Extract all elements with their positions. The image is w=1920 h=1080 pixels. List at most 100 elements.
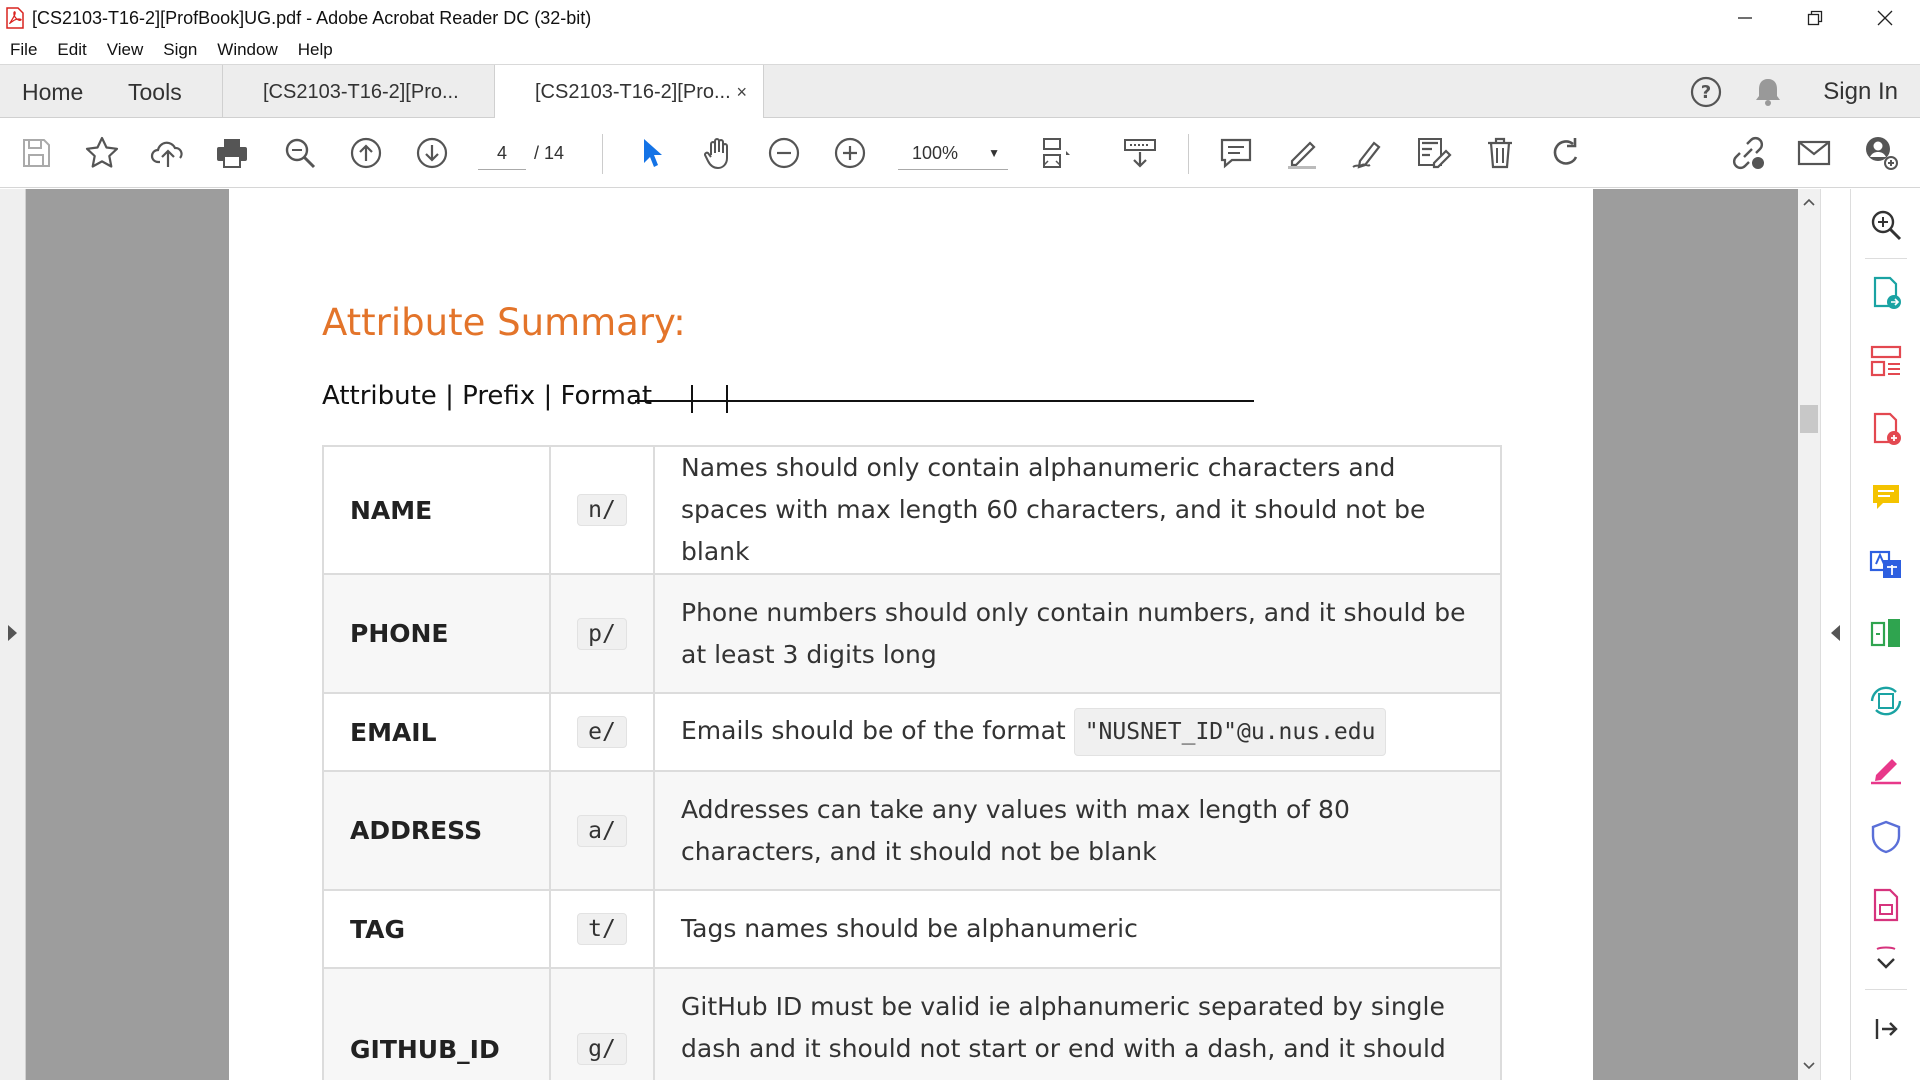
translate-button[interactable] (1866, 545, 1906, 585)
scroll-mode-button[interactable] (1120, 133, 1160, 173)
document-tab-1-label: [CS2103-T16-2][Pro... (263, 80, 459, 103)
print-icon (217, 139, 247, 168)
close-icon (1877, 10, 1893, 26)
protect-button[interactable] (1866, 817, 1906, 857)
bookmark-star-icon (85, 136, 119, 168)
close-window-button[interactable] (1850, 0, 1920, 36)
select-tool-button[interactable] (632, 133, 672, 173)
hand-tool-icon (704, 138, 728, 170)
bookmark-button[interactable] (82, 133, 122, 173)
document-tab-2-active[interactable]: [CS2103-T16-2][Pro... × (494, 65, 764, 120)
document-tab-1[interactable]: [CS2103-T16-2][Pro... (223, 65, 493, 119)
highlight-button[interactable] (1282, 133, 1322, 173)
tab-home[interactable]: Home (22, 79, 83, 106)
document-tool-button[interactable] (1866, 885, 1906, 925)
organize-pages-button[interactable] (1866, 341, 1906, 381)
menu-sign[interactable]: Sign (163, 40, 197, 60)
previous-page-button[interactable] (346, 133, 386, 173)
upload-cloud-icon (150, 141, 183, 167)
delete-button[interactable] (1480, 133, 1520, 173)
prefix-code: a/ (577, 814, 627, 847)
notification-bell-icon[interactable] (1753, 75, 1783, 109)
format-cell: GitHub ID must be valid ie alphanumeric … (653, 967, 1502, 1080)
vertical-scrollbar[interactable] (1798, 189, 1820, 1080)
restore-icon (1807, 10, 1823, 26)
divider-line (728, 400, 1254, 402)
page-fit-button[interactable] (1036, 133, 1076, 173)
menu-window[interactable]: Window (217, 40, 277, 60)
search-tool-button[interactable] (1866, 205, 1906, 245)
toolbar-divider (602, 134, 603, 174)
add-user-button[interactable] (1860, 133, 1900, 173)
create-pdf-button[interactable] (1866, 409, 1906, 449)
close-tab-button[interactable]: × (736, 82, 747, 103)
zoom-out-button[interactable] (764, 133, 804, 173)
save-button[interactable] (16, 133, 56, 173)
menu-file[interactable]: File (10, 40, 37, 60)
prefix-code: t/ (577, 913, 627, 945)
sign-in-button[interactable]: Sign In (1823, 78, 1898, 106)
fill-sign-button[interactable] (1866, 749, 1906, 789)
tab-tools[interactable]: Tools (128, 79, 182, 106)
edit-text-button[interactable] (1414, 133, 1454, 173)
zoom-in-button[interactable] (830, 133, 870, 173)
compress-pdf-icon (1870, 619, 1900, 647)
scrollbar-thumb[interactable] (1800, 405, 1818, 433)
prefix-cell: p/ (549, 573, 655, 694)
share-link-icon (1733, 137, 1764, 169)
document-tab-2-label: [CS2103-T16-2][Pro... (535, 81, 731, 103)
tab-bar: Home Tools [CS2103-T16-2][Pro... [CS2103… (0, 64, 1920, 120)
search-zoom-icon (1871, 210, 1902, 241)
zoom-search-icon (285, 138, 316, 169)
panel-divider (1865, 989, 1907, 990)
zoom-out-icon (768, 137, 800, 169)
attribute-cell: NAME (322, 445, 551, 575)
menu-edit[interactable]: Edit (57, 40, 86, 60)
protect-icon (1871, 820, 1901, 854)
hand-tool-button[interactable] (698, 133, 738, 173)
window-title: [CS2103-T16-2][ProfBook]UG.pdf - Adobe A… (32, 7, 592, 28)
right-panel-toggle[interactable] (1820, 189, 1850, 1080)
print-button[interactable] (212, 133, 252, 173)
upload-button[interactable] (148, 133, 188, 173)
divider-tick (691, 385, 693, 413)
chevron-down-icon: ▼ (988, 146, 1000, 160)
next-page-button[interactable] (412, 133, 452, 173)
send-for-review-button[interactable] (1866, 681, 1906, 721)
left-panel-toggle[interactable] (0, 189, 26, 1080)
table-header-text: Attribute | Prefix | Format (322, 381, 653, 411)
find-button[interactable] (280, 133, 320, 173)
menu-bar: File Edit View Sign Window Help (0, 36, 1920, 64)
compress-pdf-button[interactable] (1866, 613, 1906, 653)
scroll-down-icon[interactable] (1803, 1059, 1815, 1071)
menu-help[interactable]: Help (298, 40, 333, 60)
comment-button[interactable] (1216, 133, 1256, 173)
rotate-button[interactable] (1546, 133, 1586, 173)
comment-tool-button[interactable] (1866, 477, 1906, 517)
more-tools-button[interactable] (1866, 941, 1906, 981)
minimize-button[interactable] (1710, 0, 1780, 36)
zoom-level-select[interactable]: 100% ▼ (898, 136, 1008, 170)
sign-pen-icon (1352, 141, 1381, 169)
scroll-up-icon[interactable] (1803, 197, 1815, 209)
email-button[interactable] (1794, 133, 1834, 173)
prev-page-icon (350, 137, 382, 169)
menu-view[interactable]: View (107, 40, 144, 60)
svg-text:?: ? (1701, 82, 1711, 103)
help-icon[interactable]: ? (1689, 75, 1723, 109)
collapse-tools-pane-button[interactable] (1866, 1009, 1906, 1049)
page-fit-icon (1043, 138, 1070, 168)
page-total: / 14 (534, 143, 565, 163)
draw-button[interactable] (1348, 133, 1388, 173)
format-cell: Emails should be of the format "NUSNET_I… (653, 692, 1502, 772)
export-pdf-button[interactable] (1866, 273, 1906, 313)
document-viewport[interactable]: Attribute Summary: Attribute | Prefix | … (0, 189, 1850, 1080)
prefix-cell: t/ (549, 889, 655, 969)
divider-tick (726, 385, 728, 413)
organize-pages-icon (1870, 345, 1902, 377)
edit-send-icon (1870, 686, 1902, 716)
restore-button[interactable] (1780, 0, 1850, 36)
attribute-cell: TAG (322, 889, 551, 969)
page-number-input[interactable]: 4 (478, 136, 526, 170)
share-link-button[interactable] (1728, 133, 1768, 173)
